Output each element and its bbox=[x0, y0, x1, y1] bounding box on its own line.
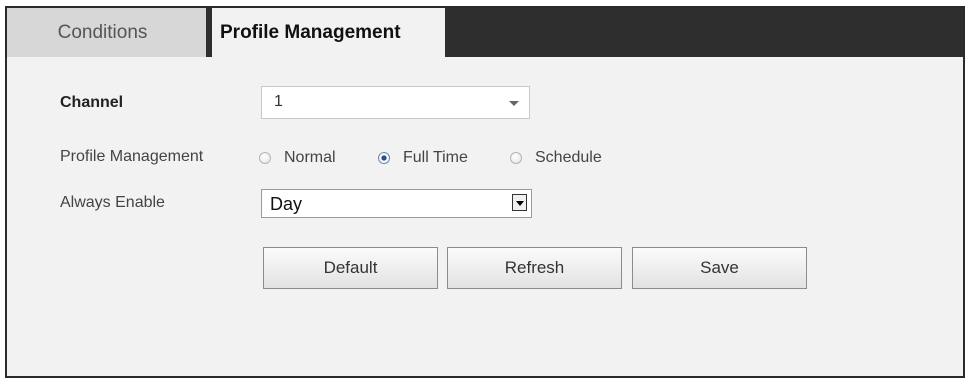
radio-normal-label: Normal bbox=[284, 149, 336, 166]
default-button[interactable]: Default bbox=[263, 247, 438, 289]
settings-panel: Conditions Profile Management Channel 1 … bbox=[5, 6, 965, 378]
channel-select-value: 1 bbox=[274, 93, 283, 110]
radio-schedule-label: Schedule bbox=[535, 149, 602, 166]
always-enable-select[interactable]: Day bbox=[261, 189, 532, 218]
radio-schedule[interactable]: Schedule bbox=[510, 146, 602, 170]
radio-full-time[interactable]: Full Time bbox=[378, 146, 468, 170]
tab-conditions[interactable]: Conditions bbox=[7, 8, 206, 57]
radio-checked-icon bbox=[378, 152, 390, 164]
tab-profile-management[interactable]: Profile Management bbox=[212, 8, 445, 57]
radio-full-time-label: Full Time bbox=[403, 149, 468, 166]
profile-management-label: Profile Management bbox=[60, 148, 204, 165]
always-enable-label: Always Enable bbox=[60, 194, 165, 211]
tab-bar: Conditions Profile Management bbox=[7, 8, 963, 57]
channel-label: Channel bbox=[60, 94, 124, 111]
radio-unchecked-icon bbox=[259, 152, 271, 164]
radio-normal[interactable]: Normal bbox=[259, 146, 336, 170]
chevron-down-icon bbox=[509, 101, 519, 106]
dropdown-arrow-icon[interactable] bbox=[512, 194, 527, 211]
refresh-button[interactable]: Refresh bbox=[447, 247, 622, 289]
always-enable-select-value: Day bbox=[270, 194, 303, 214]
save-button[interactable]: Save bbox=[632, 247, 807, 289]
channel-select[interactable]: 1 bbox=[261, 86, 530, 119]
radio-unchecked-icon bbox=[510, 152, 522, 164]
